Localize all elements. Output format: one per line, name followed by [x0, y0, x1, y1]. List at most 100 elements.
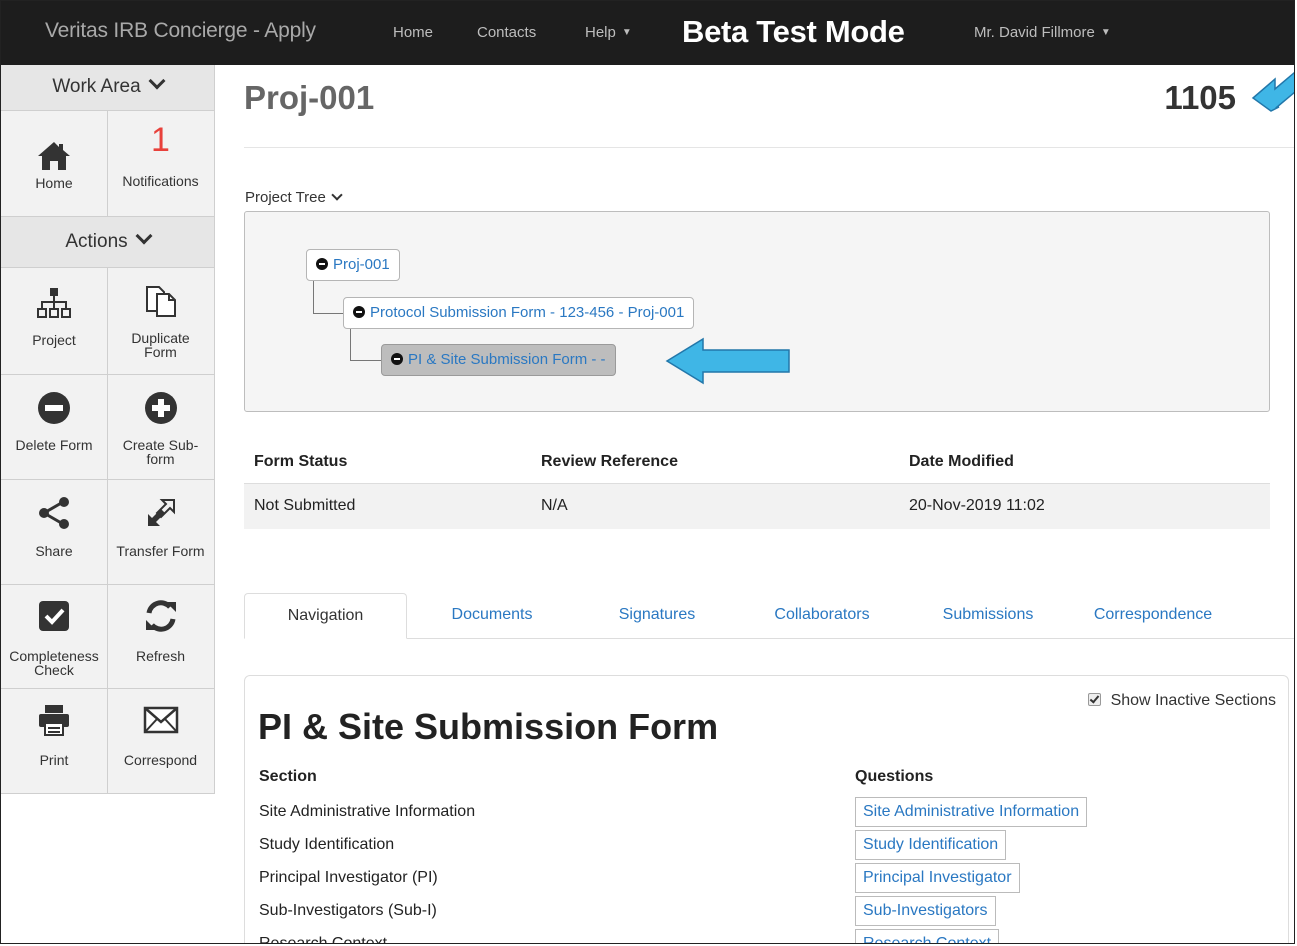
table-row: [244, 483, 1270, 529]
sidebar-row-print: Print Correspond: [1, 689, 214, 794]
section-name: Study Identification: [259, 836, 395, 853]
sitemap-icon: [1, 284, 107, 322]
sidebar-row-completeness: Completeness Check Refresh: [1, 585, 214, 689]
tree-node-label: Protocol Submission Form - 123-456 - Pro…: [370, 304, 685, 321]
print-button[interactable]: Print: [1, 689, 108, 793]
share-button[interactable]: Share: [1, 480, 108, 584]
notifications-label: Notifications: [122, 173, 199, 189]
home-icon: [1, 137, 107, 175]
plus-circle-icon: [107, 389, 214, 427]
share-label: Share: [35, 543, 73, 559]
tree-connector: [313, 280, 314, 314]
user-menu[interactable]: Mr. David Fillmore ▼: [974, 24, 1111, 41]
project-tree-toggle[interactable]: Project Tree: [245, 189, 343, 206]
questions-link[interactable]: Site Administrative Information: [855, 797, 1088, 827]
correspond-button[interactable]: Correspond: [107, 689, 214, 793]
envelope-icon: [107, 701, 214, 739]
main-content: Proj-001 1105 Project Tree Proj-001 Prot…: [215, 65, 1294, 944]
tab-documents[interactable]: Documents: [422, 593, 562, 639]
collapse-icon: [353, 306, 365, 318]
work-area-label: Work Area: [52, 76, 141, 97]
sidebar: Work Area Home 1 Notifications Actions P…: [1, 65, 215, 943]
work-area-header[interactable]: Work Area: [1, 65, 214, 111]
tree-node-label: Proj-001: [333, 256, 390, 273]
user-name: Mr. David Fillmore: [974, 24, 1095, 41]
tree-connector: [350, 329, 351, 361]
duplicate-form-button[interactable]: Duplicate Form: [107, 268, 214, 374]
questions-link[interactable]: Sub-Investigators: [855, 896, 996, 926]
top-navbar: Veritas IRB Concierge - Apply Home Conta…: [1, 1, 1294, 65]
duplicate-form-label-2: Form: [144, 344, 177, 360]
nav-help-menu[interactable]: Help ▼: [585, 24, 632, 41]
sidebar-row-delete: Delete Form Create Sub- form: [1, 375, 214, 480]
minus-circle-icon: [1, 389, 107, 427]
correspond-label: Correspond: [123, 752, 198, 768]
app-window: Veritas IRB Concierge - Apply Home Conta…: [0, 0, 1295, 944]
app-brand[interactable]: Veritas IRB Concierge - Apply: [45, 19, 316, 43]
column-header-review-reference: Review Reference: [541, 453, 678, 470]
header-divider: [244, 147, 1294, 148]
review-reference-value: N/A: [541, 497, 568, 514]
notifications-button[interactable]: 1 Notifications: [107, 111, 214, 216]
section-column-header: Section: [259, 768, 317, 785]
copy-icon: [107, 282, 214, 320]
project-label: Project: [32, 332, 76, 348]
tree-node-project[interactable]: Proj-001: [306, 249, 400, 281]
home-button[interactable]: Home: [1, 111, 108, 216]
tree-connector: [313, 313, 343, 314]
page-title: Proj-001: [244, 79, 375, 116]
notifications-count: 1: [151, 121, 170, 159]
checkbox-checked-icon[interactable]: [1087, 693, 1101, 706]
tab-bar: Navigation Documents Signatures Collabor…: [244, 593, 1294, 639]
tree-connector: [350, 360, 382, 361]
form-status-value: Not Submitted: [254, 497, 356, 514]
home-label: Home: [35, 175, 73, 191]
form-title: PI & Site Submission Form: [258, 706, 719, 747]
arrow-annotation-icon: [1251, 71, 1294, 112]
actions-label: Actions: [65, 231, 128, 252]
chevron-down-icon: [135, 227, 153, 245]
section-name: Research Context: [259, 935, 388, 944]
questions-link[interactable]: Study Identification: [855, 830, 1007, 860]
create-subform-label-2: form: [146, 451, 175, 467]
questions-link[interactable]: Principal Investigator: [855, 863, 1020, 893]
transfer-icon: [107, 494, 214, 532]
create-subform-button[interactable]: Create Sub- form: [107, 375, 214, 479]
form-navigation-panel: Show Inactive Sections PI & Site Submiss…: [244, 675, 1289, 944]
questions-link[interactable]: Research Context: [855, 929, 1000, 943]
tab-submissions[interactable]: Submissions: [918, 593, 1058, 639]
nav-help-label: Help: [585, 24, 616, 41]
nav-contacts-link[interactable]: Contacts: [477, 24, 536, 41]
tab-collaborators[interactable]: Collaborators: [752, 593, 892, 639]
completeness-check-button[interactable]: Completeness Check: [1, 585, 108, 688]
refresh-button[interactable]: Refresh: [107, 585, 214, 688]
refresh-label: Refresh: [135, 648, 186, 664]
tab-correspondence[interactable]: Correspondence: [1078, 593, 1228, 639]
arrow-annotation-icon: [665, 337, 790, 385]
sidebar-row-project: Project Duplicate Form: [1, 268, 214, 375]
tree-node-protocol-form[interactable]: Protocol Submission Form - 123-456 - Pro…: [343, 297, 695, 329]
tab-navigation[interactable]: Navigation: [244, 593, 407, 639]
chevron-down-icon: [148, 72, 166, 90]
column-header-form-status: Form Status: [254, 453, 348, 470]
print-label: Print: [39, 752, 69, 768]
show-inactive-toggle[interactable]: Show Inactive Sections: [1087, 692, 1276, 710]
project-button[interactable]: Project: [1, 268, 108, 374]
refresh-icon: [107, 597, 214, 635]
section-name: Principal Investigator (PI): [259, 869, 438, 886]
nav-home-link[interactable]: Home: [393, 24, 433, 41]
beta-mode-banner: Beta Test Mode: [682, 14, 905, 49]
print-icon: [1, 701, 107, 739]
tree-node-pi-site-form[interactable]: PI & Site Submission Form - -: [381, 344, 616, 376]
transfer-form-button[interactable]: Transfer Form: [107, 480, 214, 584]
delete-form-button[interactable]: Delete Form: [1, 375, 108, 479]
tab-signatures[interactable]: Signatures: [587, 593, 727, 639]
project-tree-panel: Proj-001 Protocol Submission Form - 123-…: [244, 211, 1270, 412]
caret-down-icon: ▼: [1100, 27, 1111, 38]
sidebar-row-share: Share Transfer Form: [1, 480, 214, 585]
date-modified-value: 20-Nov-2019 11:02: [909, 497, 1045, 514]
actions-header[interactable]: Actions: [1, 217, 214, 268]
share-icon: [1, 494, 107, 532]
section-name: Site Administrative Information: [259, 803, 476, 820]
collapse-icon: [391, 353, 403, 365]
